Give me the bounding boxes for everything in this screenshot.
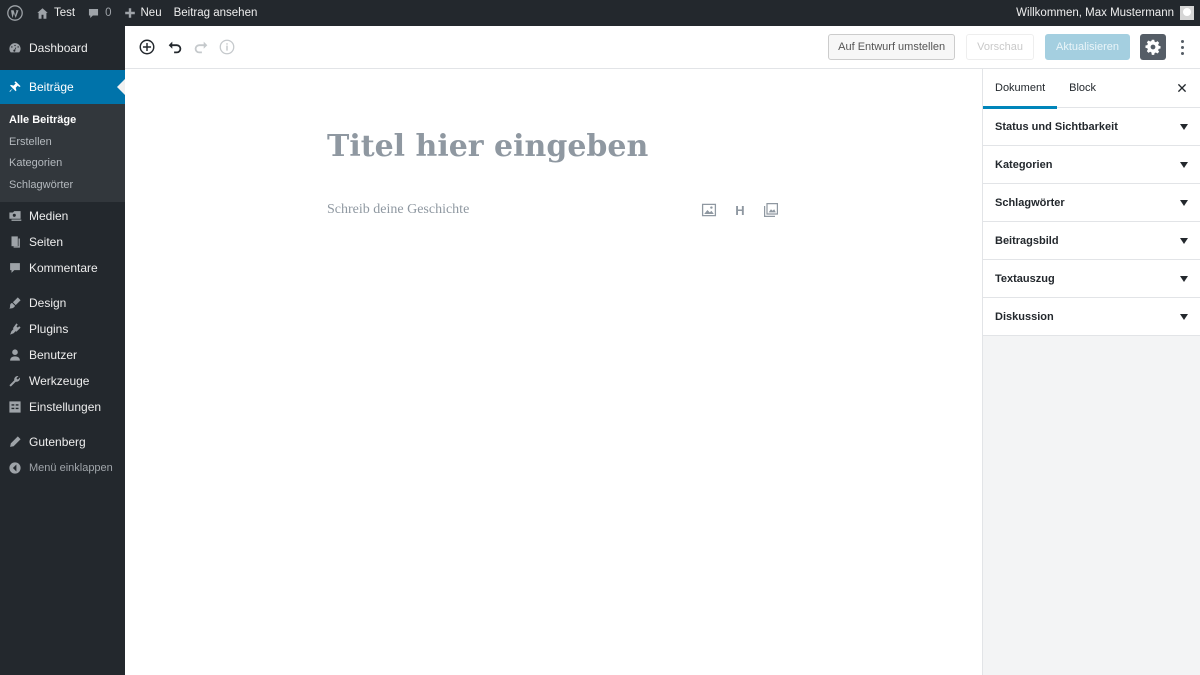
settings-sidebar: Dokument Block Status und Sichtbarkeit K… — [982, 69, 1200, 675]
new-content-link[interactable]: Neu — [118, 0, 168, 26]
tab-block[interactable]: Block — [1057, 69, 1108, 108]
plugin-icon — [8, 322, 22, 336]
dashboard-icon — [8, 41, 22, 55]
wrench-icon — [8, 374, 22, 388]
close-icon[interactable] — [1174, 80, 1190, 96]
more-vertical-icon[interactable] — [1174, 34, 1190, 60]
panel-title: Status und Sichtbarkeit — [995, 120, 1118, 133]
image-icon[interactable] — [699, 200, 719, 220]
view-post-link[interactable]: Beitrag ansehen — [168, 0, 264, 26]
panel-excerpt[interactable]: Textauszug — [983, 260, 1200, 298]
admin-bar: Test 0 Neu Beitrag ansehen Willkommen, M… — [0, 0, 1200, 26]
pencil-icon — [8, 435, 22, 449]
panel-tags[interactable]: Schlagwörter — [983, 184, 1200, 222]
menu-item-posts[interactable]: Beiträge — [0, 70, 125, 104]
media-icon — [8, 209, 22, 223]
comments-link[interactable]: 0 — [81, 0, 117, 26]
gallery-icon[interactable] — [761, 200, 781, 220]
greeting-label: Willkommen, Max Mustermann — [1016, 7, 1174, 19]
gear-icon — [1145, 39, 1161, 55]
panel-featured-image[interactable]: Beitragsbild — [983, 222, 1200, 260]
menu-label-design: Design — [29, 296, 67, 310]
menu-item-gutenberg[interactable]: Gutenberg — [0, 429, 125, 455]
view-post-label: Beitrag ansehen — [173, 7, 258, 19]
user-account-menu[interactable]: Willkommen, Max Mustermann — [1010, 0, 1200, 26]
chevron-down-icon — [1180, 275, 1188, 282]
update-button[interactable]: Aktualisieren — [1045, 34, 1130, 60]
menu-item-users[interactable]: Benutzer — [0, 342, 125, 368]
settings-grid-icon — [8, 400, 22, 414]
menu-label-gutenberg: Gutenberg — [29, 435, 86, 449]
heading-shortcut[interactable]: H — [730, 200, 750, 220]
admin-menu: Dashboard Beiträge Alle Beiträge Erstell… — [0, 26, 125, 675]
chevron-down-icon — [1180, 123, 1188, 130]
menu-label-users: Benutzer — [29, 348, 78, 362]
comments-icon — [8, 261, 22, 275]
home-icon — [36, 7, 49, 20]
preview-button[interactable]: Vorschau — [966, 34, 1035, 60]
post-title-input[interactable]: Titel hier eingeben — [327, 129, 648, 164]
chevron-down-icon — [1180, 237, 1188, 244]
plus-icon — [124, 7, 136, 19]
wordpress-logo-icon[interactable] — [0, 0, 30, 26]
site-name-label: Test — [54, 7, 76, 19]
editor-canvas: Titel hier eingeben Schreib deine Geschi… — [125, 69, 982, 675]
panel-discussion[interactable]: Diskussion — [983, 298, 1200, 336]
menu-label-media: Medien — [29, 209, 69, 223]
menu-label-posts: Beiträge — [29, 80, 74, 94]
save-draft-button[interactable]: Auf Entwurf umstellen — [828, 34, 956, 60]
undo-icon[interactable] — [162, 34, 188, 60]
menu-label-settings: Einstellungen — [29, 400, 102, 414]
avatar — [1180, 6, 1194, 20]
info-icon[interactable] — [214, 34, 240, 60]
panel-title: Textauszug — [995, 272, 1055, 285]
comments-count: 0 — [105, 7, 112, 19]
menu-item-media[interactable]: Medien — [0, 203, 125, 229]
add-block-icon[interactable] — [134, 34, 160, 60]
menu-label-collapse: Menü einklappen — [29, 462, 113, 474]
brush-icon — [8, 296, 22, 310]
menu-item-pages[interactable]: Seiten — [0, 229, 125, 255]
panel-title: Diskussion — [995, 310, 1054, 323]
user-icon — [8, 348, 22, 362]
menu-label-comments: Kommentare — [29, 261, 98, 275]
posts-submenu: Alle Beiträge Erstellen Kategorien Schla… — [0, 104, 125, 202]
chevron-down-icon — [1180, 313, 1188, 320]
panel-title: Beitragsbild — [995, 234, 1059, 247]
settings-toggle-button[interactable] — [1140, 34, 1166, 60]
inserter-shortcuts: H — [699, 200, 781, 220]
panel-title: Kategorien — [995, 158, 1053, 171]
menu-item-tools[interactable]: Werkzeuge — [0, 368, 125, 394]
submenu-item-categories[interactable]: Kategorien — [0, 153, 125, 175]
pin-icon — [8, 80, 22, 94]
submenu-item-tags[interactable]: Schlagwörter — [0, 175, 125, 197]
tab-document[interactable]: Dokument — [983, 69, 1058, 109]
pages-icon — [8, 235, 22, 249]
menu-item-design[interactable]: Design — [0, 290, 125, 316]
collapse-icon — [8, 461, 22, 475]
submenu-item-all-posts[interactable]: Alle Beiträge — [0, 110, 125, 132]
editor-header-toolbar: Auf Entwurf umstellen Vorschau Aktualisi… — [125, 26, 1200, 69]
redo-icon[interactable] — [188, 34, 214, 60]
sidebar-tabs: Dokument Block — [983, 69, 1200, 109]
panel-status-visibility[interactable]: Status und Sichtbarkeit — [983, 108, 1200, 146]
default-block-placeholder[interactable]: Schreib deine Geschichte — [327, 202, 469, 218]
comment-icon — [87, 7, 100, 20]
site-name-link[interactable]: Test — [30, 0, 81, 26]
chevron-down-icon — [1180, 161, 1188, 168]
menu-label-pages: Seiten — [29, 235, 64, 249]
menu-label-tools: Werkzeuge — [29, 374, 90, 388]
submenu-item-new-post[interactable]: Erstellen — [0, 132, 125, 154]
menu-label-dashboard: Dashboard — [29, 41, 88, 55]
collapse-menu-button[interactable]: Menü einklappen — [0, 455, 125, 481]
panel-title: Schlagwörter — [995, 196, 1065, 209]
menu-item-comments[interactable]: Kommentare — [0, 255, 125, 281]
menu-item-settings[interactable]: Einstellungen — [0, 394, 125, 420]
new-label: Neu — [140, 7, 162, 19]
panel-categories[interactable]: Kategorien — [983, 146, 1200, 184]
menu-label-plugins: Plugins — [29, 322, 69, 336]
menu-item-plugins[interactable]: Plugins — [0, 316, 125, 342]
menu-item-dashboard[interactable]: Dashboard — [0, 35, 125, 61]
chevron-down-icon — [1180, 199, 1188, 206]
